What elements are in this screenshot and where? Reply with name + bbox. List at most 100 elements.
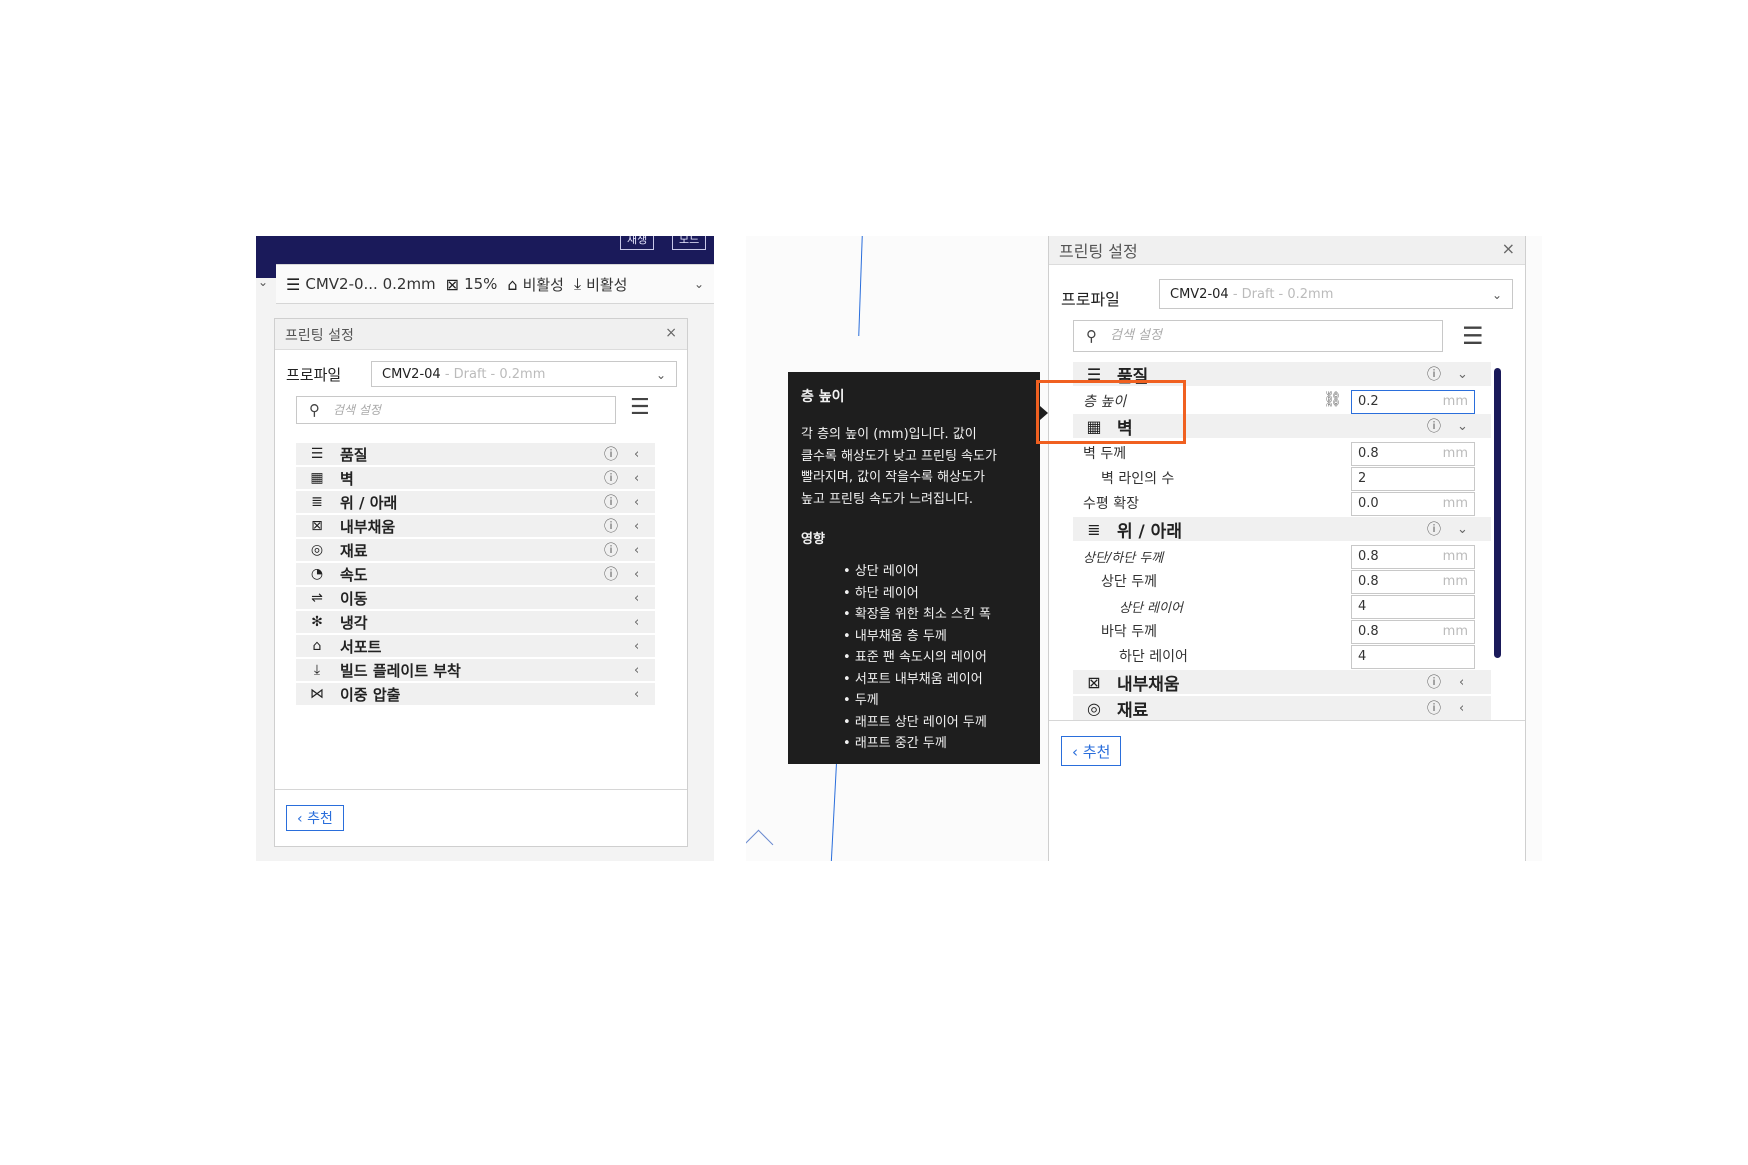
chevron-left-icon[interactable]: ‹ (634, 495, 639, 510)
info-icon[interactable]: ⓘ (604, 468, 618, 488)
input-value: 0.0 (1358, 496, 1379, 511)
info-icon[interactable]: ⓘ (604, 444, 618, 464)
layer-height-input[interactable]: 0.2 mm (1351, 390, 1475, 414)
category-row[interactable]: ⊠ 내부채움 ⓘ ‹ (296, 515, 655, 537)
recommended-button[interactable]: ‹ 추천 (286, 805, 344, 831)
menu-icon[interactable]: ☰ (630, 395, 650, 420)
category-label: 빌드 플레이트 부착 (340, 661, 461, 680)
sliders-icon: ☰ (286, 274, 301, 294)
unit-label: mm (1442, 549, 1468, 564)
search-input[interactable]: ⚲ 검색 설정 (296, 396, 616, 424)
input-value: 0.8 (1358, 574, 1379, 589)
tooltip-desc-line: 높고 프린팅 속도가 느려집니다. (801, 491, 974, 507)
chevron-down-icon: ⌄ (1491, 288, 1502, 302)
info-icon[interactable]: ⓘ (1427, 364, 1441, 384)
category-row[interactable]: ⇌ 이동 ‹ (296, 587, 655, 609)
header-button-1[interactable]: 재생 (620, 236, 655, 250)
menu-icon[interactable]: ☰ (1462, 322, 1484, 350)
chevron-left-icon[interactable]: ‹ (634, 591, 639, 606)
viewport-edge-line (858, 236, 863, 336)
chevron-left-icon[interactable]: ‹ (634, 471, 639, 486)
chevron-left-icon: ‹ (1072, 743, 1083, 761)
info-icon[interactable]: ⓘ (1427, 519, 1441, 539)
close-icon[interactable]: × (665, 325, 677, 341)
print-settings-toolbar[interactable]: ⌄ ☰ CMV2-0... 0.2mm ⊠ 15% ⌂ 비활성 ⤓ 비활성 ⌄ (258, 264, 714, 304)
right-screenshot: 층 높이 각 층의 높이 (mm)입니다. 값이 클수록 해상도가 낮고 프린팅… (746, 236, 1542, 861)
search-input[interactable]: ⚲ 검색 설정 (1073, 320, 1443, 352)
chevron-left-icon[interactable]: ‹ (634, 543, 639, 558)
toolbar-profile: CMV2-0... 0.2mm (305, 275, 436, 293)
chevron-left-icon[interactable]: ‹ (634, 663, 639, 678)
bottom-layers-input[interactable]: 4 (1351, 645, 1475, 669)
recommended-button[interactable]: ‹ 추천 (1061, 736, 1122, 766)
category-infill[interactable]: ⊠ 내부채움 ⓘ ‹ (1073, 670, 1491, 695)
chevron-left-icon[interactable]: ‹ (634, 639, 639, 654)
info-icon[interactable]: ⓘ (1427, 672, 1441, 692)
search-icon: ⚲ (1086, 327, 1097, 345)
category-row[interactable]: ⤓ 빌드 플레이트 부착 ‹ (296, 659, 655, 681)
info-icon[interactable]: ⓘ (1427, 698, 1441, 718)
chevron-down-icon[interactable]: ⌄ (1457, 419, 1468, 434)
chevron-left-icon[interactable]: ‹ (1459, 701, 1464, 716)
category-row[interactable]: ⌂ 서포트 ‹ (296, 635, 655, 657)
category-row[interactable]: ≣ 위 / 아래 ⓘ ‹ (296, 491, 655, 513)
category-row[interactable]: ☰ 품질 ⓘ ‹ (296, 443, 655, 465)
category-row[interactable]: ◔ 속도 ⓘ ‹ (296, 563, 655, 585)
profile-select[interactable]: CMV2-04 - Draft - 0.2mm ⌄ (371, 361, 677, 387)
top-layers-input[interactable]: 4 (1351, 595, 1475, 619)
chevron-left-icon[interactable]: ‹ (634, 687, 639, 702)
header-button-2[interactable]: 모드 (672, 236, 707, 250)
profile-label: 프로파일 (286, 366, 342, 384)
info-icon[interactable]: ⓘ (604, 540, 618, 560)
input-value: 4 (1358, 599, 1367, 614)
chevron-left-icon[interactable]: ‹ (634, 447, 639, 462)
chevron-down-icon[interactable]: ⌄ (1457, 367, 1468, 382)
close-icon[interactable]: × (1502, 239, 1515, 258)
topbottom-icon: ≣ (1087, 519, 1101, 539)
chevron-left-icon[interactable]: ‹ (1459, 675, 1464, 690)
cooling-icon: ✻ (311, 614, 323, 630)
wall-lines-input[interactable]: 2 (1351, 467, 1475, 491)
link-icon[interactable]: ⛓ (1323, 390, 1342, 408)
horizontal-expansion-input[interactable]: 0.0 mm (1351, 492, 1475, 516)
adhesion-icon: ⤓ (573, 274, 582, 293)
adhesion-icon: ⤓ (313, 662, 321, 678)
input-value: 0.8 (1358, 446, 1379, 461)
wall-thickness-input[interactable]: 0.8 mm (1351, 442, 1475, 466)
chevron-left-icon[interactable]: ‹ (634, 615, 639, 630)
print-settings-panel: 프린팅 설정 × 프로파일 CMV2-04 - Draft - 0.2mm ⌄ … (1048, 236, 1526, 861)
category-row[interactable]: ◎ 재료 ⓘ ‹ (296, 539, 655, 561)
info-icon[interactable]: ⓘ (604, 564, 618, 584)
quality-icon: ☰ (310, 446, 324, 462)
scrollbar[interactable] (1494, 368, 1501, 658)
unit-label: mm (1442, 446, 1468, 461)
category-row[interactable]: ⋈ 이중 압출 ‹ (296, 683, 655, 705)
bottom-thickness-input[interactable]: 0.8 mm (1351, 620, 1475, 644)
category-label: 내부채움 (340, 517, 396, 536)
category-label: 이중 압출 (340, 685, 401, 704)
category-row[interactable]: ✻ 냉각 ‹ (296, 611, 655, 633)
speed-icon: ◔ (310, 566, 324, 582)
chevron-left-icon[interactable]: ‹ (634, 567, 639, 582)
tb-thickness-input[interactable]: 0.8 mm (1351, 545, 1475, 569)
chevron-down-icon[interactable]: ⌄ (1457, 522, 1468, 537)
chevron-down-icon[interactable]: ⌄ (694, 277, 704, 291)
category-material[interactable]: ◎ 재료 ⓘ ‹ (1073, 696, 1491, 720)
tooltip-impact-item: 상단 레이어 (843, 561, 1027, 583)
profile-select[interactable]: CMV2-04 - Draft - 0.2mm ⌄ (1159, 279, 1513, 309)
info-icon[interactable]: ⓘ (1427, 416, 1441, 436)
profile-name: CMV2-04 (382, 367, 441, 382)
info-icon[interactable]: ⓘ (604, 492, 618, 512)
tooltip-title: 층 높이 (801, 389, 845, 405)
category-label: 위 / 아래 (1117, 521, 1182, 542)
chevron-left-icon[interactable]: ‹ (634, 519, 639, 534)
wall-icon: ▦ (310, 470, 324, 486)
info-icon[interactable]: ⓘ (604, 516, 618, 536)
category-label: 재료 (1117, 700, 1149, 721)
top-thickness-input[interactable]: 0.8 mm (1351, 570, 1475, 594)
category-topbottom[interactable]: ≣ 위 / 아래 ⓘ ⌄ (1073, 517, 1491, 542)
category-label: 이동 (340, 589, 368, 608)
chevron-left-icon: ‹ (297, 811, 308, 827)
category-row[interactable]: ▦ 벽 ⓘ ‹ (296, 467, 655, 489)
chevron-down-icon[interactable]: ⌄ (258, 275, 268, 289)
